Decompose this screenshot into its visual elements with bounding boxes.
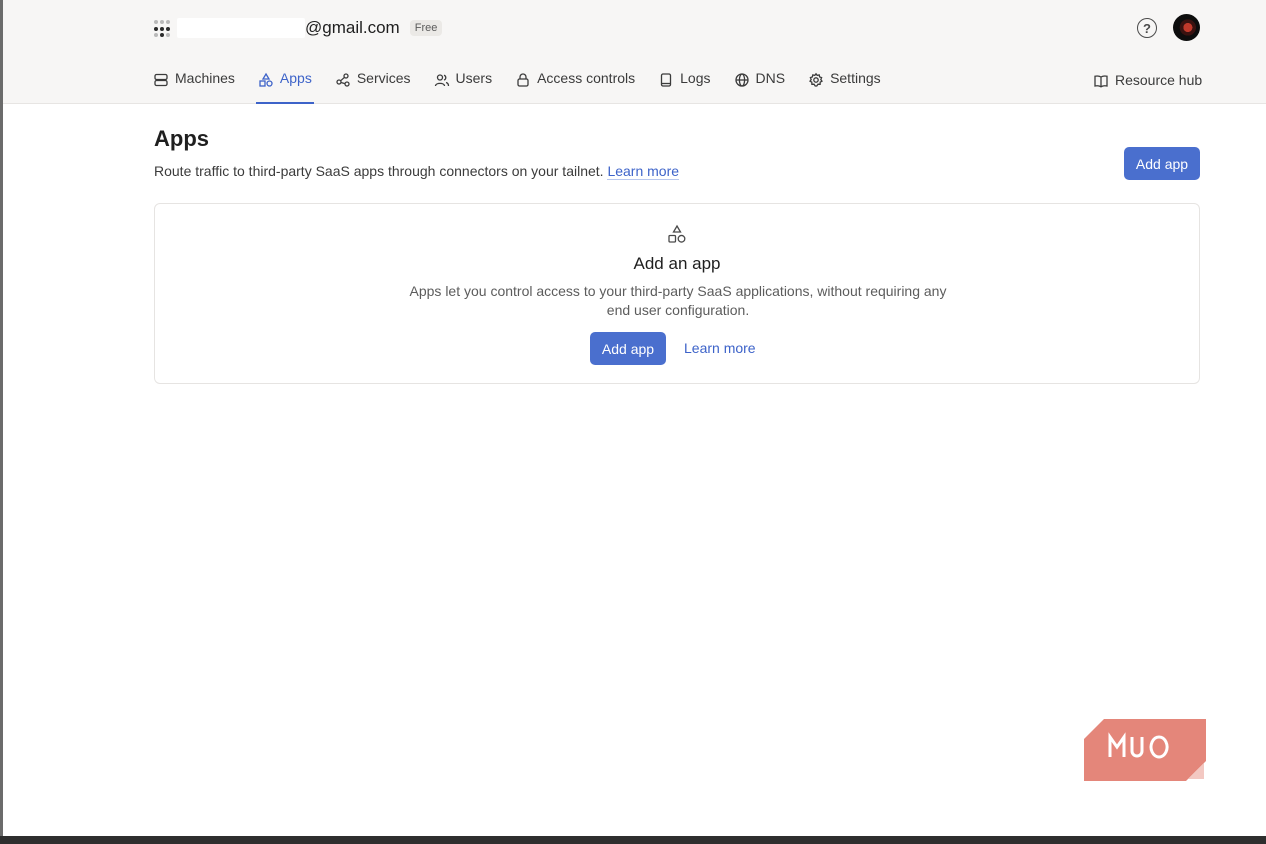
lock-icon — [517, 73, 529, 87]
nav-label: Apps — [279, 70, 312, 86]
empty-state-card: Add an app Apps let you control access t… — [154, 203, 1200, 384]
tailscale-logo-icon[interactable] — [154, 20, 172, 38]
nav-machines[interactable]: Machines — [151, 70, 237, 104]
globe-icon — [734, 73, 749, 87]
logs-icon — [660, 73, 672, 87]
empty-state-description: Apps let you control access to your thir… — [409, 283, 947, 318]
empty-add-app-button[interactable]: Add app — [590, 332, 666, 365]
nav-apps[interactable]: Apps — [255, 70, 314, 104]
server-icon — [154, 73, 168, 87]
nav-users[interactable]: Users — [432, 70, 495, 104]
top-header: @gmail.com Free ? Machines Apps Services… — [3, 0, 1266, 104]
nav-label: DNS — [755, 70, 786, 86]
redacted-username — [177, 18, 305, 38]
nav-label: Logs — [680, 70, 711, 86]
nav-label: Machines — [175, 70, 235, 86]
nav-label: Settings — [830, 70, 881, 86]
nav-label: Users — [455, 70, 493, 86]
nav-label: Services — [356, 70, 411, 86]
help-icon[interactable]: ? — [1137, 18, 1157, 38]
resource-hub-link[interactable]: Resource hub — [1093, 72, 1202, 89]
empty-state-title: Add an app — [633, 254, 721, 273]
main-nav: Machines Apps Services Users Access cont… — [151, 70, 902, 104]
page-title: Apps — [154, 126, 209, 151]
page-description-text: Route traffic to third-party SaaS apps t… — [154, 163, 604, 179]
muo-watermark-logo — [1084, 719, 1206, 781]
nav-access-controls[interactable]: Access controls — [513, 70, 637, 104]
nav-settings[interactable]: Settings — [806, 70, 883, 104]
nav-services[interactable]: Services — [333, 70, 413, 104]
nav-label: Access controls — [537, 70, 636, 86]
services-icon — [336, 73, 350, 87]
nav-logs[interactable]: Logs — [656, 70, 712, 104]
shapes-icon — [259, 72, 273, 87]
nav-dns[interactable]: DNS — [732, 70, 788, 104]
empty-learn-more-link[interactable]: Learn more — [684, 340, 756, 356]
account-switcher[interactable]: @gmail.com Free — [177, 16, 443, 40]
account-email: @gmail.com — [305, 18, 400, 37]
resource-hub-label: Resource hub — [1115, 72, 1203, 88]
avatar[interactable] — [1173, 14, 1200, 41]
add-app-button[interactable]: Add app — [1124, 147, 1200, 180]
page-description: Route traffic to third-party SaaS apps t… — [154, 163, 680, 180]
shapes-icon — [668, 224, 686, 243]
plan-badge: Free — [409, 20, 443, 36]
users-icon — [434, 74, 449, 87]
book-icon — [1094, 75, 1108, 88]
browser-page: @gmail.com Free ? Machines Apps Services… — [3, 0, 1266, 836]
taskbar-edge — [0, 836, 1266, 844]
learn-more-link[interactable]: Learn more — [607, 163, 680, 180]
gear-icon — [809, 72, 824, 87]
